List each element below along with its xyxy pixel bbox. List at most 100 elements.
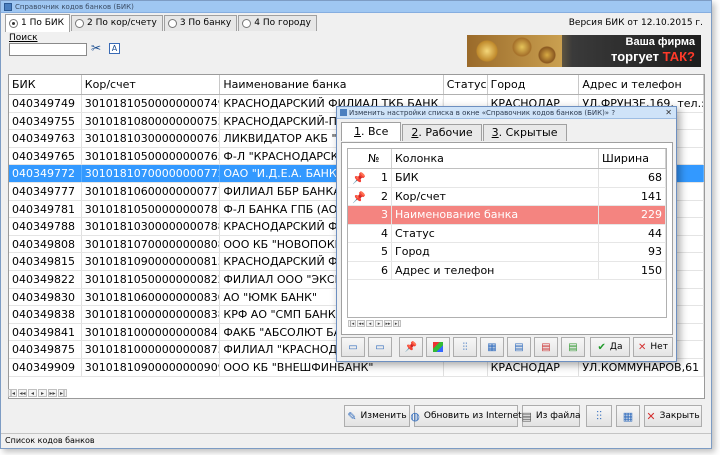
ad-banner[interactable]: Ваша фирма торгует ТАК? (467, 35, 701, 67)
next-page-icon[interactable]: ▸▸ (48, 389, 57, 397)
cancel-button[interactable]: ✕ Нет (633, 337, 673, 357)
cell-column-name: Кор/счет (392, 187, 599, 205)
prev-record-icon[interactable]: ◂ (366, 320, 374, 327)
cell-column-name: Адрес и телефон (392, 261, 599, 279)
dialog-tabs: 1. Все 2. Рабочие 3. Скрытые (341, 122, 568, 142)
move-up-button[interactable]: ▭ (341, 337, 365, 357)
tab-by-bik[interactable]: 1 По БИК (5, 14, 71, 32)
cell-account: 30101810000000000838 (82, 306, 221, 323)
search-label: Поиск (9, 33, 38, 43)
delete-column-button[interactable]: ▤ (534, 337, 558, 357)
first-record-icon[interactable]: |◂ (348, 320, 356, 327)
cell-account: 30101810600000000830 (82, 288, 221, 306)
column-header-status[interactable]: Статус (444, 75, 488, 94)
color-button[interactable] (426, 337, 450, 357)
ad-line-2-highlight: ТАК? (662, 49, 695, 64)
columns-table-row[interactable]: 5 Город 93 (348, 243, 666, 262)
cell-number: 3 (348, 206, 392, 224)
column-header-city[interactable]: Город (488, 75, 580, 94)
cell-account: 30101810500000000822 (82, 270, 221, 288)
add-column-button[interactable]: ▤ (561, 337, 585, 357)
close-button[interactable]: ✕ Закрыть (644, 405, 702, 427)
column-settings-dialog: Изменить настройки списка в окне «Справо… (336, 106, 677, 362)
move-down-button[interactable]: ▭ (368, 337, 392, 357)
dialog-close-icon[interactable]: ✕ (665, 107, 672, 119)
close-button-label: Закрыть (659, 411, 700, 421)
pin-icon[interactable]: 📌 (352, 189, 366, 206)
cell-width[interactable]: 229 (599, 206, 666, 224)
columns-table-row[interactable]: 4 Статус 44 (348, 224, 666, 243)
last-record-icon[interactable]: ▸| (58, 389, 67, 397)
first-record-icon[interactable]: |◂ (8, 389, 17, 397)
keyboard-button[interactable]: ▦ (616, 405, 640, 427)
cell-bik: 040349781 (9, 200, 82, 218)
last-record-icon[interactable]: ▸| (393, 320, 401, 327)
table-icon: ▤ (514, 341, 524, 353)
columns-table-row[interactable]: 6 Адрес и телефон 150 (348, 261, 666, 280)
columns-table-row[interactable]: 📌 1 БИК 68 (348, 169, 666, 188)
columns-table[interactable]: № Колонка Ширина 📌 1 БИК 68 📌 2 Кор/счет 141 3 На… (347, 148, 667, 318)
table-header: БИК Кор/счет Наименование банка Статус Г… (9, 75, 704, 95)
column-header-bank-name[interactable]: Наименование банка (220, 75, 444, 94)
pin-button[interactable]: 📌 (399, 337, 423, 357)
column-header-column[interactable]: Колонка (392, 149, 599, 168)
case-toggle-button[interactable]: A (109, 43, 120, 54)
cell-account: 30101810700000000808 (82, 235, 221, 253)
prev-page-icon[interactable]: ◂◂ (18, 389, 27, 397)
columns-table-row[interactable]: 3 Наименование банка 229 (348, 206, 666, 225)
edit-button[interactable]: ✎ Изменить (344, 405, 410, 427)
cell-width[interactable]: 141 (599, 187, 666, 205)
row-number: 6 (381, 263, 388, 277)
tab-hidden[interactable]: 3. Скрытые (482, 124, 567, 141)
grid-icon: ▦ (487, 341, 497, 353)
scissors-icon[interactable]: ✂ (91, 41, 101, 55)
cell-account: 30101810500000000765 (82, 147, 221, 165)
next-record-icon[interactable]: ▸ (38, 389, 47, 397)
cell-bik: 040349841 (9, 323, 82, 341)
row-number: 4 (381, 226, 388, 240)
column-header-width[interactable]: Ширина (599, 149, 666, 168)
sliders-button[interactable]: ⫶⫶ (453, 337, 477, 357)
pin-icon[interactable]: 📌 (352, 170, 366, 187)
panel-down-icon: ▭ (375, 341, 385, 353)
cell-column-name: Город (392, 243, 599, 261)
columns-table-row[interactable]: 📌 2 Кор/счет 141 (348, 187, 666, 206)
table-button[interactable]: ▤ (507, 337, 531, 357)
tab-working[interactable]: 2. Рабочие (402, 124, 482, 141)
status-text: Список кодов банков (5, 436, 95, 445)
prev-record-icon[interactable]: ◂ (28, 389, 37, 397)
column-header-number[interactable]: № (348, 149, 392, 168)
tab-by-bank[interactable]: 3 По банку (163, 15, 238, 31)
tab-by-city[interactable]: 4 По городу (238, 15, 317, 31)
prev-page-icon[interactable]: ◂◂ (357, 320, 365, 327)
column-header-address[interactable]: Адрес и телефон (579, 75, 704, 94)
tab-by-account[interactable]: 2 По кор/счету (71, 15, 163, 31)
cell-width[interactable]: 44 (599, 224, 666, 242)
cell-bik: 040349749 (9, 95, 82, 112)
panel-up-icon: ▭ (348, 341, 358, 353)
search-input[interactable] (9, 43, 87, 56)
column-header-account[interactable]: Кор/счет (82, 75, 221, 94)
ok-button[interactable]: ✔ Да (590, 337, 630, 357)
cell-account: 30101810600000000777 (82, 182, 221, 200)
cell-width[interactable]: 68 (599, 169, 666, 187)
cell-bik: 040349765 (9, 147, 82, 165)
tab-hotkey: 3 (491, 126, 499, 139)
grid-button[interactable]: ▦ (480, 337, 504, 357)
row-number: 1 (381, 171, 388, 184)
next-page-icon[interactable]: ▸▸ (384, 320, 392, 327)
cell-width[interactable]: 93 (599, 243, 666, 261)
check-icon: ✔ (597, 341, 606, 353)
columns-table-body: 📌 1 БИК 68 📌 2 Кор/счет 141 3 Наименование банка 2… (348, 169, 666, 280)
cell-width[interactable]: 150 (599, 261, 666, 279)
from-file-button[interactable]: ▤ Из файла (521, 405, 581, 427)
radio-icon (9, 19, 18, 28)
cell-bik: 040349788 (9, 218, 82, 235)
next-record-icon[interactable]: ▸ (375, 320, 383, 327)
column-header-bik[interactable]: БИК (9, 75, 82, 94)
columns-settings-button[interactable]: ⫶⫶ (586, 405, 612, 427)
tab-all[interactable]: 1. Все (341, 122, 402, 141)
cell-account: 30101810800000000755 (82, 112, 221, 130)
update-from-internet-button[interactable]: ◍ Обновить из Internet (410, 405, 522, 427)
food-image (467, 35, 562, 67)
